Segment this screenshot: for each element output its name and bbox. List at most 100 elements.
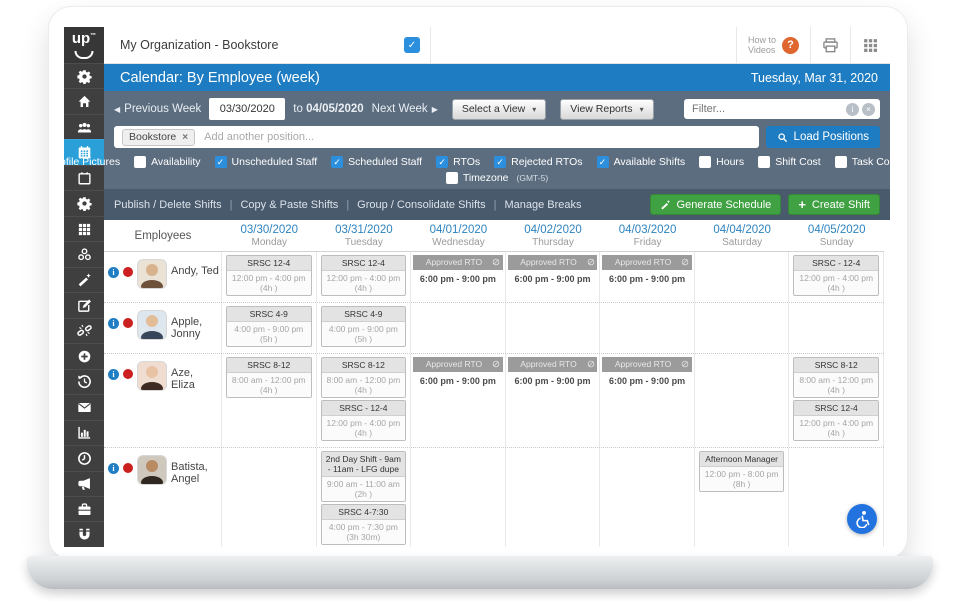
sidebar-item-staff[interactable] bbox=[64, 113, 104, 139]
toggle-task-cost[interactable]: Task Cost bbox=[834, 156, 890, 168]
toggle-unscheduled-staff[interactable]: ✓ Unscheduled Staff bbox=[214, 156, 317, 168]
day-cell[interactable]: Approved RTO 6:00 pm - 9:00 pm bbox=[411, 252, 506, 302]
day-cell[interactable] bbox=[695, 303, 790, 353]
toggle-shift-cost[interactable]: Shift Cost bbox=[758, 156, 821, 168]
day-cell[interactable] bbox=[600, 303, 695, 353]
sidebar-item-announcements[interactable] bbox=[64, 470, 104, 496]
accessibility-button[interactable] bbox=[847, 504, 877, 534]
shift-card[interactable]: SRSC 4-9 4:00 pm - 9:00 pm (5h ) bbox=[320, 306, 407, 347]
checkmark-dropdown-icon[interactable]: ✓ bbox=[404, 37, 420, 53]
day-cell[interactable] bbox=[222, 448, 317, 547]
position-input[interactable]: Bookstore × Add another position... bbox=[114, 126, 759, 148]
sidebar-item-tools[interactable] bbox=[64, 266, 104, 292]
toggle-scheduled-staff[interactable]: ✓ Scheduled Staff bbox=[331, 156, 422, 168]
day-cell[interactable] bbox=[695, 354, 790, 447]
sidebar-item-preferences[interactable] bbox=[64, 190, 104, 215]
info-icon[interactable]: i bbox=[108, 267, 119, 278]
filter-info-icon[interactable]: i bbox=[846, 102, 859, 116]
action-link-manage-breaks[interactable]: Manage Breaks bbox=[504, 199, 581, 211]
shift-card[interactable]: SRSC 8-12 8:00 am - 12:00 pm (4h ) bbox=[320, 357, 407, 398]
day-cell[interactable]: SRSC 4-9 4:00 pm - 9:00 pm (5h ) bbox=[222, 303, 317, 353]
sidebar-item-schedule[interactable] bbox=[64, 164, 104, 190]
day-cell[interactable]: Approved RTO 6:00 pm - 9:00 pm bbox=[506, 354, 601, 447]
rto-card[interactable]: Approved RTO 6:00 pm - 9:00 pm bbox=[602, 357, 692, 386]
shift-card[interactable]: SRSC 8-12 8:00 am - 12:00 pm (4h ) bbox=[226, 357, 312, 398]
day-cell[interactable]: SRSC 8-12 8:00 am - 12:00 pm (4h ) SRSC - … bbox=[317, 354, 412, 447]
sidebar-item-groups[interactable] bbox=[64, 241, 104, 266]
day-cell[interactable] bbox=[411, 448, 506, 547]
shift-card[interactable]: SRSC 12-4 12:00 pm - 4:00 pm (4h ) bbox=[793, 400, 879, 441]
create-shift-button[interactable]: + Create Shift bbox=[788, 194, 880, 215]
org-selector[interactable]: My Organization - Bookstore ✓ bbox=[104, 27, 431, 63]
how-to-videos-button[interactable]: How to Videos ? bbox=[735, 27, 810, 63]
sidebar-item-reports[interactable] bbox=[64, 419, 104, 445]
info-icon[interactable]: i bbox=[108, 369, 119, 380]
generate-schedule-button[interactable]: Generate Schedule bbox=[649, 194, 782, 215]
shift-card[interactable]: SRSC 8-12 8:00 am - 12:00 pm (4h ) bbox=[793, 357, 879, 398]
day-column-header[interactable]: 04/01/2020 Wednesday bbox=[411, 224, 506, 248]
day-cell[interactable]: SRSC 8-12 8:00 am - 12:00 pm (4h ) SRSC 12… bbox=[789, 354, 884, 447]
rto-card[interactable]: Approved RTO 6:00 pm - 9:00 pm bbox=[507, 357, 598, 386]
sidebar-item-jobs[interactable] bbox=[64, 495, 104, 521]
toggle-timezone[interactable]: Timezone (GMT-5) bbox=[445, 172, 548, 184]
day-column-header[interactable]: 03/31/2020 Tuesday bbox=[317, 224, 412, 248]
day-cell[interactable] bbox=[506, 303, 601, 353]
filter-clear-icon[interactable]: × bbox=[862, 102, 875, 116]
shift-card[interactable]: SRSC - 12-4 12:00 pm - 4:00 pm (4h ) bbox=[793, 255, 879, 296]
toggle-rtos[interactable]: ✓ RTOs bbox=[436, 156, 480, 168]
day-cell[interactable]: Approved RTO 6:00 pm - 9:00 pm bbox=[600, 354, 695, 447]
day-cell[interactable]: Approved RTO 6:00 pm - 9:00 pm bbox=[506, 252, 601, 302]
day-cell[interactable] bbox=[600, 448, 695, 547]
info-icon[interactable]: i bbox=[108, 463, 119, 474]
rto-card[interactable]: Approved RTO 6:00 pm - 9:00 pm bbox=[413, 357, 503, 386]
day-column-header[interactable]: 04/03/2020 Friday bbox=[600, 224, 695, 248]
shift-card[interactable]: SRSC - 12-4 12:00 pm - 4:00 pm (4h ) bbox=[320, 400, 407, 441]
day-column-header[interactable]: 04/04/2020 Saturday bbox=[695, 224, 790, 248]
sidebar-item-home[interactable] bbox=[64, 88, 104, 113]
day-cell[interactable] bbox=[411, 303, 506, 353]
app-logo[interactable]: up™ bbox=[64, 27, 104, 63]
day-cell[interactable] bbox=[506, 448, 601, 547]
week-start-input[interactable] bbox=[209, 98, 286, 120]
shift-card[interactable]: SRSC 4-7:30 4:00 pm - 7:30 pm (3h 30m) bbox=[320, 504, 407, 545]
sidebar-item-time-clock[interactable] bbox=[64, 445, 104, 470]
day-cell[interactable]: 2nd Day Shift - 9am - 11am - LFG dupe 9:0… bbox=[317, 448, 412, 547]
day-cell[interactable]: SRSC 8-12 8:00 am - 12:00 pm (4h ) bbox=[222, 354, 317, 447]
sidebar-item-edit[interactable] bbox=[64, 292, 104, 317]
print-button[interactable] bbox=[810, 27, 850, 63]
sidebar-item-settings[interactable] bbox=[64, 63, 104, 88]
toggle-rejected-rtos[interactable]: ✓ Rejected RTOs bbox=[494, 156, 583, 168]
shift-card[interactable]: SRSC 12-4 12:00 pm - 4:00 pm (4h ) bbox=[226, 255, 312, 296]
rto-card[interactable]: Approved RTO 6:00 pm - 9:00 pm bbox=[602, 255, 692, 284]
next-week-button[interactable]: Next Week ▶ bbox=[372, 103, 438, 115]
remove-tag-icon[interactable]: × bbox=[182, 132, 188, 143]
day-cell[interactable]: Approved RTO 6:00 pm - 9:00 pm bbox=[411, 354, 506, 447]
day-cell[interactable] bbox=[789, 303, 884, 353]
toggle-available-shifts[interactable]: ✓ Available Shifts bbox=[596, 156, 685, 168]
sidebar-item-add[interactable] bbox=[64, 343, 104, 368]
rto-card[interactable]: Approved RTO 6:00 pm - 9:00 pm bbox=[507, 255, 598, 284]
day-cell[interactable]: SRSC 4-9 4:00 pm - 9:00 pm (5h ) bbox=[317, 303, 412, 353]
shift-card[interactable]: SRSC 4-9 4:00 pm - 9:00 pm (5h ) bbox=[226, 306, 312, 347]
select-view-button[interactable]: Select a View ▾ bbox=[451, 98, 547, 120]
toggle-availability[interactable]: Availability bbox=[134, 156, 201, 168]
shift-card[interactable]: SRSC 12-4 12:00 pm - 4:00 pm (4h ) bbox=[320, 255, 407, 296]
day-cell[interactable] bbox=[789, 448, 884, 547]
day-column-header[interactable]: 03/30/2020 Monday bbox=[222, 224, 317, 248]
view-reports-button[interactable]: View Reports ▾ bbox=[560, 98, 654, 120]
sidebar-item-magnet[interactable] bbox=[64, 521, 104, 546]
action-link-publish-delete-shifts[interactable]: Publish / Delete Shifts bbox=[114, 199, 222, 211]
apps-grid-button[interactable] bbox=[850, 27, 890, 63]
toggle-hours[interactable]: Hours bbox=[699, 156, 744, 168]
sidebar-item-messages[interactable] bbox=[64, 394, 104, 419]
shift-card[interactable]: 2nd Day Shift - 9am - 11am - LFG dupe 9:0… bbox=[320, 451, 407, 502]
day-cell[interactable]: SRSC 12-4 12:00 pm - 4:00 pm (4h ) bbox=[222, 252, 317, 302]
action-link-group-consolidate-shifts[interactable]: Group / Consolidate Shifts bbox=[357, 199, 485, 211]
shift-card[interactable]: Afternoon Manager 12:00 pm - 8:00 pm (8h … bbox=[698, 451, 785, 492]
toggle-profile-pictures[interactable]: ✓Profile Pictures bbox=[64, 156, 120, 168]
previous-week-button[interactable]: ◀ Previous Week bbox=[114, 103, 201, 115]
day-column-header[interactable]: 04/05/2020 Sunday bbox=[789, 224, 884, 248]
sidebar-item-tables[interactable] bbox=[64, 215, 104, 241]
day-cell[interactable]: Approved RTO 6:00 pm - 9:00 pm bbox=[600, 252, 695, 302]
action-link-copy-paste-shifts[interactable]: Copy & Paste Shifts bbox=[240, 199, 338, 211]
